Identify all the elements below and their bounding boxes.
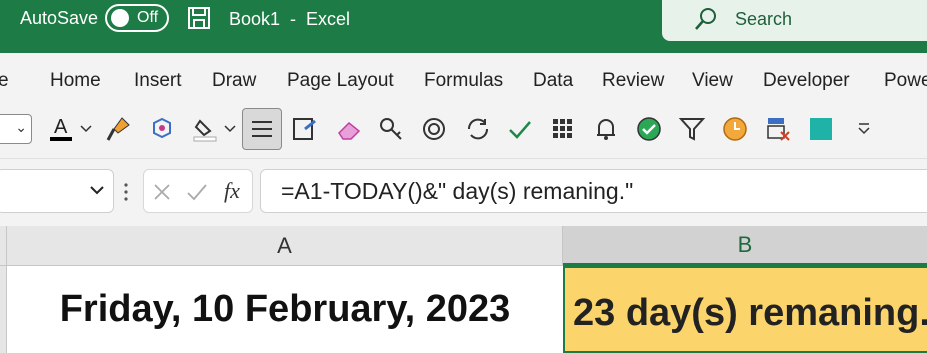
align-center-button[interactable] <box>242 108 282 150</box>
cell-b1[interactable]: 23 day(s) remaning. <box>563 266 927 353</box>
tab-home[interactable]: Home <box>50 70 101 92</box>
font-color-icon[interactable]: A <box>48 115 76 143</box>
cell-a1-value: Friday, 10 February, 2023 <box>59 288 511 330</box>
cancel-icon[interactable] <box>152 182 172 202</box>
chevron-down-icon <box>90 186 104 195</box>
autosave-state: Off <box>137 9 159 26</box>
search-box[interactable]: Search <box>662 0 927 41</box>
tab-review[interactable]: Review <box>602 70 664 92</box>
tab-page-layout[interactable]: Page Layout <box>287 70 394 92</box>
more-vertical-icon[interactable] <box>124 182 128 202</box>
formula-actions: fx <box>143 169 253 213</box>
autosave-label: AutoSave <box>20 8 99 28</box>
cell-b1-value: 23 day(s) remaning. <box>573 292 927 334</box>
format-painter-icon[interactable] <box>104 115 132 143</box>
formula-input[interactable]: =A1-TODAY()&" day(s) remaning." <box>260 169 927 213</box>
clock-icon[interactable] <box>721 115 749 143</box>
name-box[interactable] <box>0 169 114 213</box>
column-headers: A B <box>0 226 927 266</box>
search-label: Search <box>735 9 793 29</box>
autosave-toggle[interactable]: Off <box>105 4 169 32</box>
fill-color-icon[interactable] <box>192 115 220 143</box>
filter-icon[interactable] <box>678 115 706 143</box>
format-icon[interactable] <box>291 115 319 143</box>
column-header-a[interactable]: A <box>6 226 563 266</box>
tab-data[interactable]: Data <box>533 70 573 92</box>
eraser-icon[interactable] <box>335 115 363 143</box>
align-center-icon <box>252 121 272 137</box>
formula-text: =A1-TODAY()&" day(s) remaning." <box>281 178 634 204</box>
chevron-down-icon[interactable] <box>222 115 238 143</box>
more-icon[interactable] <box>850 115 878 143</box>
enter-icon[interactable] <box>186 182 208 202</box>
title-bar: AutoSave Off Book1 - Excel Search <box>0 0 927 53</box>
toggle-knob <box>111 9 129 27</box>
tab-file[interactable]: e <box>0 70 9 92</box>
checkmark-icon[interactable] <box>506 115 534 143</box>
tab-formulas[interactable]: Formulas <box>424 70 503 92</box>
insert-function-button[interactable]: fx <box>224 178 240 204</box>
cell-a1[interactable]: Friday, 10 February, 2023 <box>6 266 563 353</box>
chevron-down-icon[interactable] <box>78 115 94 143</box>
svg-text:A: A <box>54 116 68 138</box>
paste-special-icon[interactable] <box>148 115 176 143</box>
search-icon <box>695 8 716 30</box>
clear-format-icon[interactable] <box>764 115 792 143</box>
tab-power[interactable]: Powe <box>884 70 927 92</box>
refresh-icon[interactable] <box>464 115 492 143</box>
formula-bar: fx =A1-TODAY()&" day(s) remaning." <box>0 158 927 227</box>
check-circle-icon[interactable] <box>635 115 663 143</box>
column-header-b[interactable]: B <box>563 226 927 266</box>
ribbon-toolbar: ⌄ A <box>0 103 927 158</box>
cell-color-icon[interactable] <box>807 115 835 143</box>
tab-developer[interactable]: Developer <box>763 70 850 92</box>
font-size-dropdown[interactable]: ⌄ <box>0 114 32 144</box>
tab-insert[interactable]: Insert <box>134 70 182 92</box>
save-icon[interactable] <box>187 6 211 30</box>
ribbon-tabs: e Home Insert Draw Page Layout Formulas … <box>0 53 927 107</box>
chevron-down-icon: ⌄ <box>15 119 27 135</box>
tab-draw[interactable]: Draw <box>212 70 256 92</box>
grid-icon[interactable] <box>549 115 577 143</box>
key-icon[interactable] <box>377 115 405 143</box>
bell-icon[interactable] <box>592 115 620 143</box>
tab-view[interactable]: View <box>692 70 733 92</box>
target-icon[interactable] <box>420 115 448 143</box>
document-title: Book1 - Excel <box>229 9 351 29</box>
